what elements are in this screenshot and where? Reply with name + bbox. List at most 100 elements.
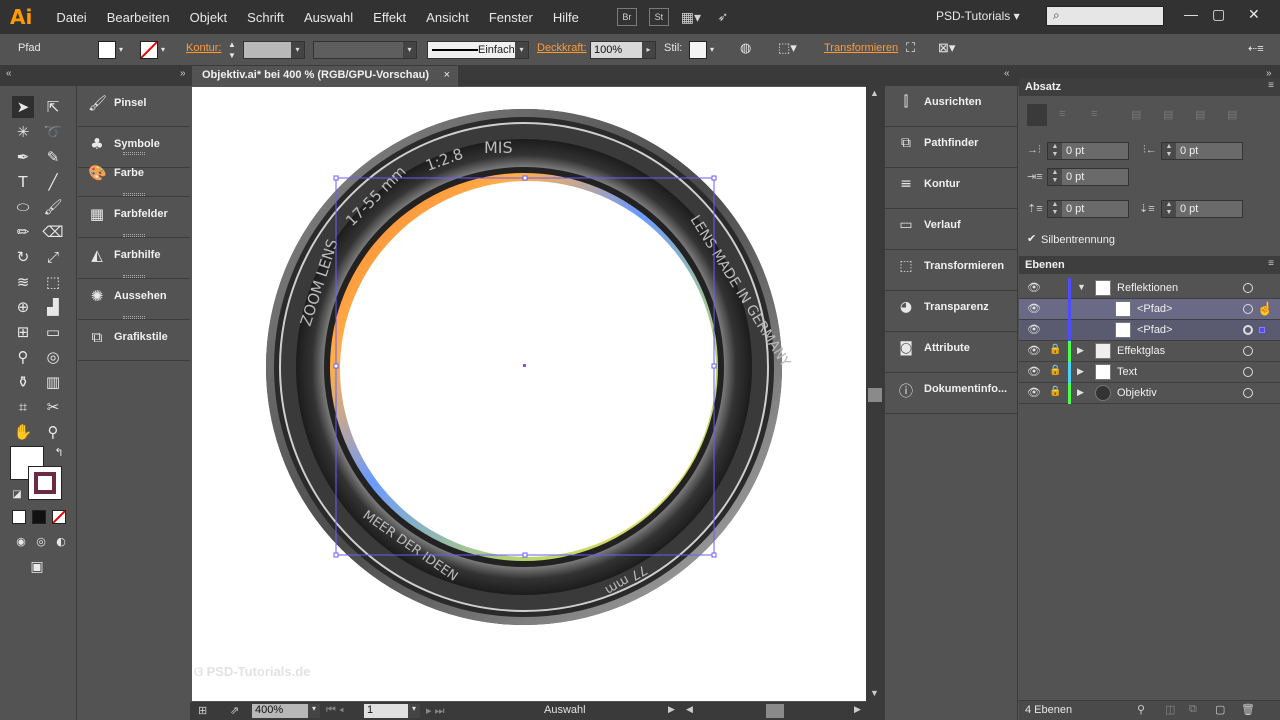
handle-ml[interactable]	[333, 363, 339, 369]
menu-auswahl[interactable]: Auswahl	[294, 10, 363, 25]
stroke-weight-field[interactable]: ▾	[243, 41, 305, 59]
menu-hilfe[interactable]: Hilfe	[543, 10, 589, 25]
panel-pathfinder[interactable]: ⧉ Pathfinder	[885, 127, 1017, 168]
swap-colors-icon[interactable]: ↰	[48, 442, 70, 464]
target-circle-icon[interactable]	[1243, 304, 1253, 314]
panel-farbfelder[interactable]: ▦ Farbfelder	[78, 197, 190, 238]
make-clip-mask-icon[interactable]: ◫	[1165, 703, 1175, 716]
new-sublayer-icon[interactable]: ⧉	[1189, 703, 1197, 716]
artboard-tool-icon[interactable]: ⌗	[12, 396, 34, 418]
minimize-icon[interactable]: —	[1184, 6, 1198, 22]
artboard[interactable]: MIS 1:2.8 17-55 mm ZOOM LENS LENS MADE I…	[192, 87, 866, 701]
delete-layer-icon[interactable]: 🗑	[1241, 703, 1255, 716]
transform-link[interactable]: Transformieren	[824, 42, 898, 54]
lens-artwork[interactable]: MIS 1:2.8 17-55 mm ZOOM LENS LENS MADE I…	[192, 87, 866, 701]
panel-grip[interactable]	[123, 316, 145, 319]
artboard-dropdown-icon[interactable]: ▾	[408, 704, 420, 718]
gradient-tool-icon[interactable]: ▭	[42, 321, 64, 343]
help-search-input[interactable]: ⌕	[1046, 6, 1164, 26]
target-circle-icon[interactable]	[1243, 367, 1253, 377]
close-window-icon[interactable]: ✕	[1248, 6, 1260, 23]
justify-all-icon[interactable]: ▤	[1227, 108, 1237, 121]
zoom-field[interactable]: 400% ▾	[252, 704, 320, 718]
workspace-switcher[interactable]: PSD-Tutorials ▾	[936, 9, 1020, 23]
menu-schrift[interactable]: Schrift	[237, 10, 294, 25]
eyedropper-icon[interactable]: ⚲	[12, 346, 34, 368]
layer-row-text[interactable]: 👁 🔒 ▶ Text	[1019, 362, 1280, 383]
opacity-label-link[interactable]: Deckkraft:	[537, 42, 587, 54]
fill-swatch[interactable]	[98, 41, 116, 59]
stroke-swatch[interactable]	[140, 41, 158, 59]
symbol-sprayer-icon[interactable]: ⚱	[12, 371, 34, 393]
visibility-eye-icon[interactable]: 👁	[1027, 323, 1041, 336]
handle-mr[interactable]	[711, 363, 717, 369]
hyphenation-checkbox[interactable]: ✔	[1027, 232, 1036, 245]
panel-verlauf[interactable]: ▭ Verlauf	[885, 209, 1017, 250]
space-before-field[interactable]: ▲ ▼ 0 pt	[1047, 200, 1129, 218]
export-icon[interactable]: ⇗	[230, 704, 239, 717]
graphic-style-swatch[interactable]	[689, 41, 707, 59]
layer-row-pfad-2[interactable]: 👁 <Pfad>	[1019, 320, 1280, 341]
menu-effekt[interactable]: Effekt	[363, 10, 416, 25]
lock-icon[interactable]: 🔒	[1049, 365, 1061, 376]
layer-name[interactable]: <Pfad>	[1137, 324, 1172, 336]
space-after-field[interactable]: ▲ ▼ 0 pt	[1161, 200, 1243, 218]
vertical-scrollbar[interactable]: ▲ ▼	[866, 86, 884, 702]
panel-menu-icon[interactable]: ⇠≡	[1248, 42, 1264, 55]
align-right-icon[interactable]: ≡	[1091, 108, 1097, 120]
collapse-mid-icon[interactable]: «	[1004, 68, 1010, 79]
expand-triangle-icon[interactable]: ▶	[1077, 345, 1084, 356]
panel-kontur[interactable]: ≡ Kontur	[885, 168, 1017, 209]
panel-dokumentinfo[interactable]: ⓘ Dokumentinfo...	[885, 373, 1017, 414]
menu-fenster[interactable]: Fenster	[479, 10, 543, 25]
handle-tr[interactable]	[711, 175, 717, 181]
pen-tool-icon[interactable]: ✒	[12, 146, 34, 168]
last-artboard-icon[interactable]: ▸ ⏭	[426, 704, 444, 718]
panel-grip[interactable]	[123, 193, 145, 196]
layer-name[interactable]: <Pfad>	[1137, 303, 1172, 315]
horizontal-scroll-thumb[interactable]	[766, 704, 784, 718]
stroke-color-box[interactable]	[28, 466, 62, 500]
pencil-tool-icon[interactable]: ✏	[12, 221, 34, 243]
maximize-icon[interactable]: ▢	[1212, 6, 1225, 23]
paragraph-menu-icon[interactable]: ≡	[1268, 80, 1274, 91]
free-transform-icon[interactable]: ⬚	[42, 271, 64, 293]
scroll-down-icon[interactable]: ▼	[870, 688, 879, 698]
panel-farbe[interactable]: 🎨 Farbe	[78, 156, 190, 197]
menu-bearbeiten[interactable]: Bearbeiten	[97, 10, 180, 25]
layers-panel-header[interactable]: Ebenen ≡	[1019, 256, 1280, 274]
status-menu-icon[interactable]: ▶	[668, 704, 675, 715]
panel-transparenz[interactable]: ◕ Transparenz	[885, 291, 1017, 332]
zoom-tool-icon[interactable]: ⚲	[42, 421, 64, 443]
justify-left-icon[interactable]: ▤	[1131, 108, 1141, 121]
line-tool-icon[interactable]: ╱	[42, 171, 64, 193]
lock-icon[interactable]: 🔒	[1049, 344, 1061, 355]
perspective-grid-icon[interactable]: ▟	[42, 296, 64, 318]
panel-grip[interactable]	[123, 234, 145, 237]
scroll-left-icon[interactable]: ◀	[686, 704, 693, 715]
color-mode-icon[interactable]	[12, 510, 26, 524]
layer-row-pfad-1[interactable]: 👁 <Pfad> ☝	[1019, 299, 1280, 320]
first-line-indent-field[interactable]: ▲ ▼ 0 pt	[1047, 168, 1129, 186]
gradient-mode-icon[interactable]	[32, 510, 46, 524]
canvas-area[interactable]: MIS 1:2.8 17-55 mm ZOOM LENS LENS MADE I…	[190, 86, 866, 702]
expand-triangle-icon[interactable]: ▶	[1077, 366, 1084, 377]
envelope-icon[interactable]: ⊠▾	[938, 40, 955, 56]
new-layer-icon[interactable]: ▢	[1215, 703, 1225, 716]
menu-objekt[interactable]: Objekt	[180, 10, 238, 25]
panel-transformieren[interactable]: ⬚ Transformieren	[885, 250, 1017, 291]
fill-dropdown-icon[interactable]: ▾	[119, 45, 123, 54]
isolate-icon[interactable]: ⛶	[906, 40, 915, 56]
rotate-tool-icon[interactable]: ↻	[12, 246, 34, 268]
arrange-documents-icon[interactable]: ▦▾	[681, 8, 701, 26]
draw-normal-icon[interactable]: ◉	[10, 531, 32, 553]
none-mode-icon[interactable]	[52, 510, 66, 524]
locate-object-icon[interactable]: ⚲	[1137, 703, 1145, 716]
draw-inside-icon[interactable]: ◐	[50, 531, 72, 553]
visibility-eye-icon[interactable]: 👁	[1027, 365, 1041, 378]
stroke-label-link[interactable]: Kontur:	[186, 42, 221, 54]
document-tab[interactable]: Objektiv.ai* bei 400 % (RGB/GPU-Vorschau…	[192, 66, 458, 86]
column-graph-icon[interactable]: ▥	[42, 371, 64, 393]
style-dropdown-icon[interactable]: ▾	[710, 45, 714, 54]
stroke-weight-spinner[interactable]: ▲ ▼	[228, 39, 236, 61]
